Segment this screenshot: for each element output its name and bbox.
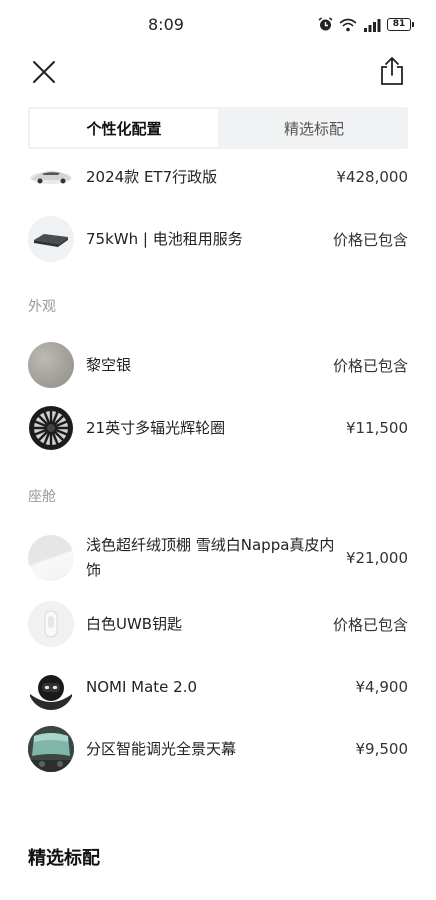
battery-level: 81 — [387, 18, 411, 31]
paint-swatch-thumbnail — [28, 342, 74, 388]
battery-pack-thumbnail — [28, 216, 74, 262]
tab-personalized[interactable]: 个性化配置 — [29, 108, 219, 148]
share-icon[interactable] — [378, 56, 406, 86]
interior-swatch-thumbnail — [28, 535, 74, 581]
wheel-thumbnail — [28, 405, 74, 451]
list-item-paint-color[interactable]: 黎空银 价格已包含 — [28, 342, 408, 388]
tab-featured-standard[interactable]: 精选标配 — [220, 107, 408, 149]
item-price: 价格已包含 — [332, 615, 408, 634]
status-bar: 8:09 81 — [0, 0, 436, 50]
list-item-uwb-key[interactable]: 白色UWB钥匙 价格已包含 — [28, 601, 408, 647]
config-tabs: 个性化配置 精选标配 — [28, 107, 408, 149]
item-name: 21英寸多辐光辉轮圈 — [86, 418, 226, 437]
item-name: 黎空银 — [86, 355, 132, 374]
item-price: ¥11,500 — [345, 419, 408, 437]
item-name: 分区智能调光全景天幕 — [86, 739, 237, 758]
item-price: 价格已包含 — [332, 230, 408, 249]
nav-bar — [0, 50, 436, 94]
list-item-wheels[interactable]: 21英寸多辐光辉轮圈 ¥11,500 — [28, 405, 408, 451]
item-name: NOMI Mate 2.0 — [86, 677, 198, 696]
item-name: 2024款 ET7行政版 — [86, 167, 218, 186]
section-title-exterior: 外观 — [28, 299, 56, 315]
wifi-icon — [339, 18, 357, 32]
item-price: ¥4,900 — [355, 678, 409, 696]
item-name: 75kWh | 电池租用服务 — [86, 229, 243, 248]
list-item-nomi-mate[interactable]: NOMI Mate 2.0 ¥4,900 — [28, 664, 408, 710]
battery-icon: 81 — [387, 18, 414, 31]
status-time: 8:09 — [148, 15, 184, 34]
alarm-icon — [318, 17, 333, 32]
section-title-cabin: 座舱 — [28, 489, 56, 505]
list-item-battery[interactable]: 75kWh | 电池租用服务 价格已包含 — [28, 216, 408, 262]
featured-standard-title: 精选标配 — [28, 848, 100, 869]
status-icons: 81 — [318, 17, 414, 32]
nomi-thumbnail — [28, 664, 74, 710]
sunroof-thumbnail — [28, 726, 74, 772]
item-price: ¥9,500 — [355, 740, 409, 758]
item-price: ¥428,000 — [336, 168, 408, 186]
item-name: 白色UWB钥匙 — [86, 614, 183, 633]
car-thumbnail — [28, 154, 74, 200]
list-item-interior[interactable]: 浅色超纤绒顶棚 雪绒白Nappa真皮内饰 ¥21,000 — [28, 533, 408, 583]
list-item-sunroof[interactable]: 分区智能调光全景天幕 ¥9,500 — [28, 726, 408, 772]
list-item-model[interactable]: 2024款 ET7行政版 ¥428,000 — [28, 154, 408, 200]
item-name: 浅色超纤绒顶棚 雪绒白Nappa真皮内饰 — [86, 536, 335, 579]
key-thumbnail — [28, 601, 74, 647]
signal-icon — [363, 18, 381, 32]
item-price: 价格已包含 — [332, 356, 408, 375]
item-price: ¥21,000 — [345, 549, 408, 567]
close-icon[interactable] — [30, 58, 58, 86]
